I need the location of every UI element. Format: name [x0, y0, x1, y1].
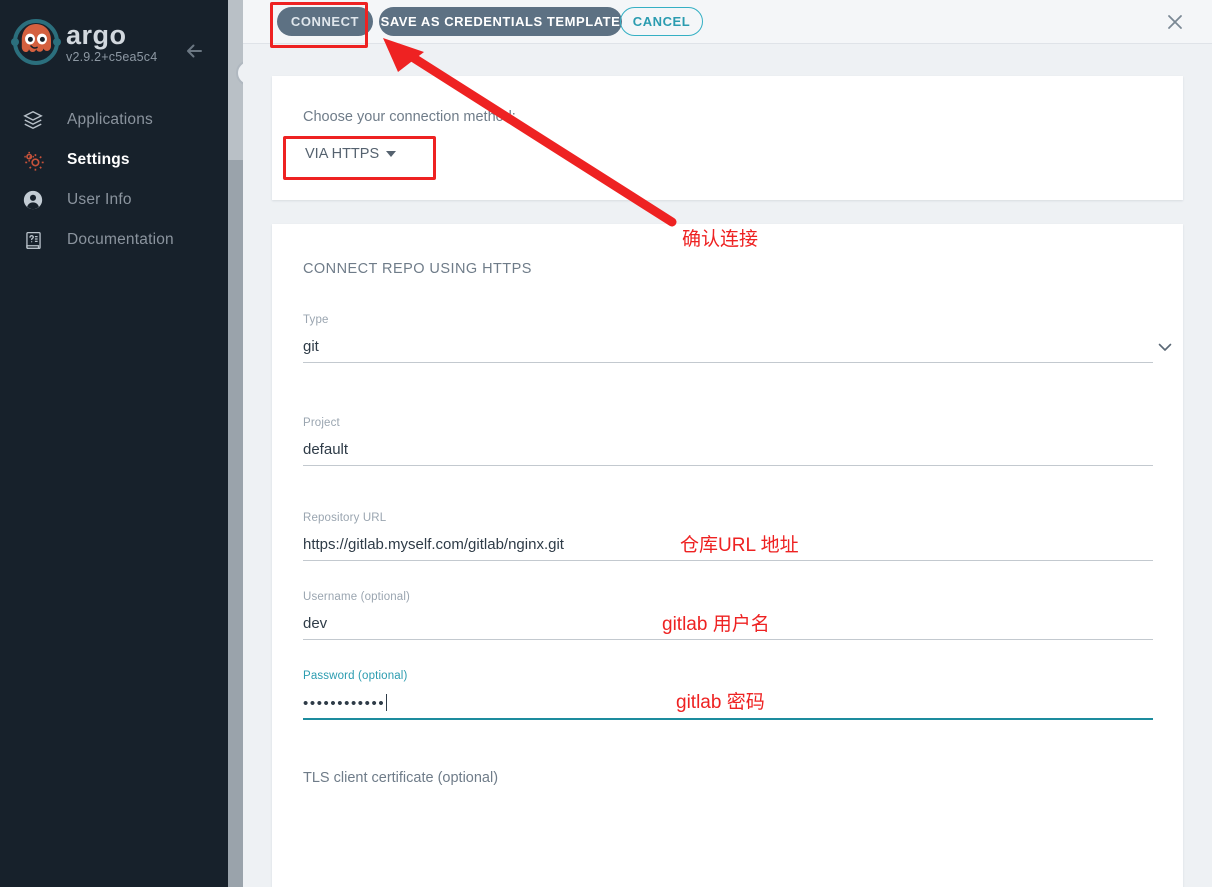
field-value: git — [303, 338, 1153, 355]
screen: argo v2.9.2+c5ea5c4 Applications — [0, 0, 1212, 887]
connect-button[interactable]: CONNECT — [277, 7, 373, 36]
save-as-credentials-template-button[interactable]: SAVE AS CREDENTIALS TEMPLATE — [379, 7, 622, 36]
field-label: Repository URL — [303, 512, 1153, 524]
field-underline — [303, 718, 1153, 720]
brand-header: argo v2.9.2+c5ea5c4 — [0, 14, 228, 74]
field-label: Project — [303, 417, 1153, 429]
brand-name: argo — [66, 20, 127, 51]
annotation-confirm-connect: 确认连接 — [682, 224, 758, 251]
modal-toolbar: CONNECT SAVE AS CREDENTIALS TEMPLATE CAN… — [243, 0, 1212, 44]
sidebar-item-applications[interactable]: Applications — [0, 100, 228, 140]
sidebar-item-label: Documentation — [67, 231, 174, 249]
annotation-gitlab-password: gitlab 密码 — [676, 687, 765, 714]
tls-client-certificate-label: TLS client certificate (optional) — [303, 770, 498, 786]
cancel-button[interactable]: CANCEL — [620, 7, 703, 36]
field-project[interactable]: Project default — [303, 417, 1153, 466]
sidebar-item-label: Settings — [67, 151, 130, 169]
field-underline — [303, 362, 1153, 363]
field-underline — [303, 639, 1153, 640]
connection-method-prompt: Choose your connection method: — [303, 109, 516, 125]
field-underline — [303, 560, 1153, 561]
layers-icon — [20, 107, 46, 133]
close-icon[interactable] — [1161, 8, 1189, 36]
sidebar-item-settings[interactable]: Settings — [0, 140, 228, 180]
field-label: Password (optional) — [303, 670, 1153, 682]
user-circle-icon — [20, 187, 46, 213]
connection-method-value: VIA HTTPS — [305, 146, 379, 162]
sidebar-item-user-info[interactable]: User Info — [0, 180, 228, 220]
connect-repo-modal: CONNECT SAVE AS CREDENTIALS TEMPLATE CAN… — [243, 0, 1212, 887]
field-type[interactable]: Type git — [303, 314, 1153, 363]
arrow-left-icon[interactable] — [180, 36, 210, 66]
text-cursor — [386, 694, 387, 711]
sidebar-item-label: User Info — [67, 191, 132, 209]
field-value: •••••••••••• — [303, 695, 385, 712]
gear-icon — [20, 147, 46, 173]
connection-method-card: Choose your connection method: VIA HTTPS — [272, 76, 1183, 200]
form-section-title: CONNECT REPO USING HTTPS — [303, 261, 532, 277]
sidebar-item-label: Applications — [67, 111, 153, 129]
field-label: Type — [303, 314, 1153, 326]
book-icon — [20, 227, 46, 253]
argo-logo-icon — [10, 18, 62, 70]
annotation-gitlab-username: gitlab 用户名 — [662, 609, 770, 636]
field-label: Username (optional) — [303, 591, 1153, 603]
annotation-repo-url: 仓库URL 地址 — [680, 530, 799, 557]
chevron-down-icon — [386, 151, 396, 157]
field-value: default — [303, 441, 1153, 458]
chevron-down-icon[interactable] — [1156, 338, 1174, 356]
sidebar: argo v2.9.2+c5ea5c4 Applications — [0, 0, 228, 887]
sidebar-item-documentation[interactable]: Documentation — [0, 220, 228, 260]
connection-method-dropdown[interactable]: VIA HTTPS — [301, 140, 400, 168]
field-underline — [303, 465, 1153, 466]
sidebar-nav: Applications Settings — [0, 100, 228, 260]
brand-version: v2.9.2+c5ea5c4 — [66, 50, 157, 64]
